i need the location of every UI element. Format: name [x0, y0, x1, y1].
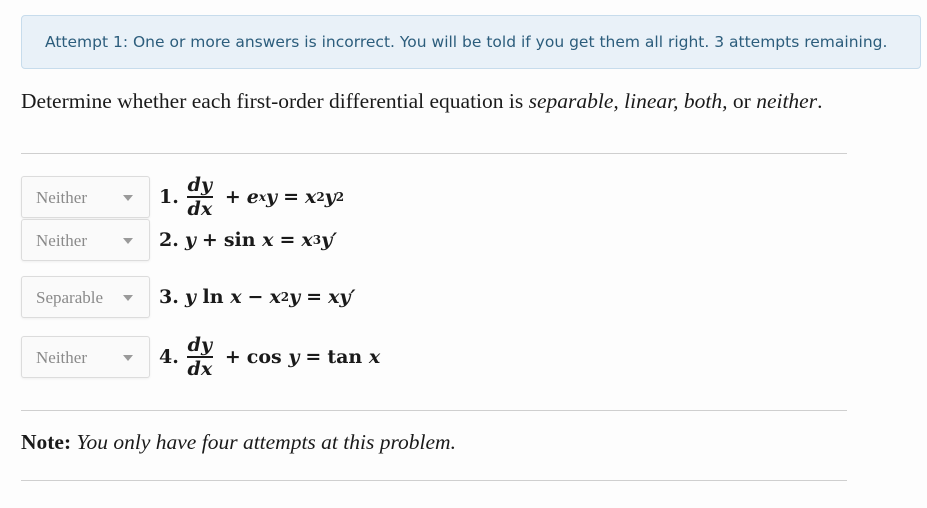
math-symbol: y: [288, 346, 300, 368]
question-suffix: .: [817, 89, 823, 113]
operator: =: [279, 229, 296, 251]
divider-top: [21, 153, 847, 154]
math-symbol: y: [266, 186, 278, 208]
question-or: or: [727, 89, 757, 113]
option-both-text: both,: [683, 89, 728, 113]
chevron-down-icon: [123, 355, 133, 361]
function-name: cos: [246, 346, 282, 368]
derivative-fraction: dy dx: [186, 174, 213, 220]
math-symbol: x: [262, 229, 274, 251]
option-linear-text: linear,: [624, 89, 679, 113]
answer-select-value: Neither: [36, 188, 87, 207]
math-symbol: y: [184, 229, 196, 251]
answer-select-4[interactable]: Neither: [21, 336, 150, 378]
equation-4: 4. dy dx + cos y = tan x: [159, 334, 381, 380]
note-text: Note: You only have four attempts at thi…: [21, 430, 456, 455]
math-symbol: xy′: [328, 286, 356, 308]
divider-bottom: [21, 480, 847, 481]
math-symbol: x: [301, 229, 313, 251]
math-symbol: x: [230, 286, 242, 308]
option-neither-text: neither: [756, 89, 818, 113]
operator: =: [305, 346, 322, 368]
answer-select-value: Neither: [36, 348, 87, 367]
equation-1: 1. dy dx + exy = x2y2: [159, 174, 345, 220]
function-name: ln: [202, 286, 224, 308]
math-symbol: x: [269, 286, 281, 308]
note-body: You only have four attempts at this prob…: [76, 430, 456, 454]
operator: +: [224, 186, 241, 208]
math-symbol: y: [324, 186, 336, 208]
equation-number: 2.: [159, 229, 179, 251]
equation-number: 3.: [159, 286, 179, 308]
fraction-denominator: dx: [187, 198, 213, 220]
math-symbol: y′: [321, 229, 338, 251]
divider-middle: [21, 410, 847, 411]
math-symbol: y: [289, 286, 301, 308]
fraction-numerator: dy: [187, 174, 212, 196]
answer-select-value: Neither: [36, 231, 87, 250]
superscript: x: [258, 190, 267, 204]
function-name: sin: [223, 229, 256, 251]
math-symbol: x: [368, 346, 381, 368]
note-label: Note:: [21, 430, 72, 454]
answer-select-value: Separable: [36, 288, 104, 307]
answer-select-2[interactable]: Neither: [21, 219, 150, 261]
equation-2: 2. y + sin x = x 3 y′: [159, 229, 338, 251]
math-symbol: y: [184, 286, 196, 308]
chevron-down-icon: [123, 195, 133, 201]
operator: +: [201, 229, 218, 251]
operator: +: [224, 346, 241, 368]
derivative-fraction: dy dx: [186, 334, 213, 380]
operator: =: [283, 186, 299, 208]
answer-select-1[interactable]: Neither: [21, 176, 150, 218]
function-name: tan: [327, 346, 363, 368]
equation-number: 1.: [159, 186, 179, 208]
fraction-numerator: dy: [187, 334, 212, 356]
equation-number: 4.: [159, 346, 179, 368]
operator: −: [247, 286, 264, 308]
fraction-denominator: dx: [187, 358, 213, 380]
attempt-alert: Attempt 1: One or more answers is incorr…: [21, 15, 921, 69]
chevron-down-icon: [123, 238, 133, 244]
equation-3: 3. y ln x − x2y = xy′: [159, 286, 356, 308]
math-symbol: x: [304, 186, 317, 208]
question-text: Determine whether each first-order diffe…: [21, 89, 822, 114]
chevron-down-icon: [123, 295, 133, 301]
option-separable-text: separable,: [528, 89, 619, 113]
question-prefix: Determine whether each first-order diffe…: [21, 89, 529, 113]
operator: =: [306, 286, 323, 308]
math-symbol: e: [246, 186, 259, 208]
answer-select-3[interactable]: Separable: [21, 276, 150, 318]
